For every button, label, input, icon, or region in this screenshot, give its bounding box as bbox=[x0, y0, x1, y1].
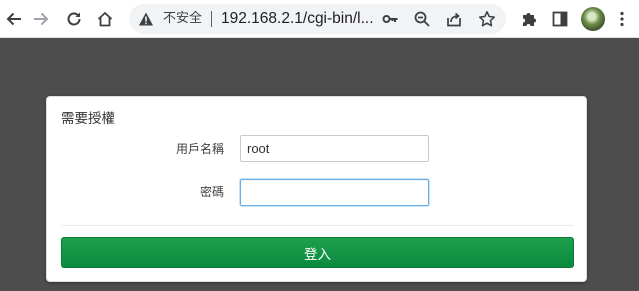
username-label: 用戶名稱 bbox=[175, 142, 224, 156]
puzzle-icon bbox=[523, 13, 536, 26]
kebab-menu-icon bbox=[620, 11, 624, 27]
password-label: 密碼 bbox=[199, 185, 224, 199]
warning-triangle-icon bbox=[139, 12, 153, 26]
reload-button[interactable] bbox=[60, 5, 88, 33]
browser-toolbar: 不安全 192.168.2.1/cgi-bin/l... bbox=[0, 0, 639, 38]
side-panel-icon bbox=[552, 11, 568, 27]
extensions-button[interactable] bbox=[515, 5, 543, 33]
address-bar[interactable]: 不安全 192.168.2.1/cgi-bin/l... bbox=[129, 4, 506, 34]
login-title: 需要授權 bbox=[61, 111, 115, 127]
arrow-left-icon bbox=[6, 12, 21, 26]
browser-menu-button[interactable] bbox=[608, 5, 636, 33]
reload-icon bbox=[67, 12, 81, 26]
form-divider bbox=[61, 225, 574, 226]
side-panel-button[interactable] bbox=[546, 5, 574, 33]
security-status-text[interactable]: 不安全 bbox=[163, 10, 202, 28]
key-icon[interactable] bbox=[381, 10, 399, 28]
login-card: 需要授權 用戶名稱 密碼 登入 bbox=[46, 96, 587, 282]
forward-button[interactable] bbox=[27, 5, 55, 33]
star-icon[interactable] bbox=[478, 10, 496, 28]
zoom-icon[interactable] bbox=[413, 10, 431, 28]
username-input[interactable] bbox=[240, 135, 429, 162]
home-button[interactable] bbox=[91, 5, 119, 33]
profile-avatar[interactable] bbox=[581, 7, 605, 31]
arrow-right-icon bbox=[34, 12, 49, 26]
back-button[interactable] bbox=[0, 5, 28, 33]
login-button[interactable]: 登入 bbox=[61, 237, 574, 268]
address-bar-separator bbox=[211, 11, 212, 27]
password-input[interactable] bbox=[240, 179, 429, 206]
share-icon[interactable] bbox=[445, 10, 463, 28]
url-text[interactable]: 192.168.2.1/cgi-bin/l... bbox=[221, 9, 374, 29]
home-icon bbox=[97, 12, 113, 27]
